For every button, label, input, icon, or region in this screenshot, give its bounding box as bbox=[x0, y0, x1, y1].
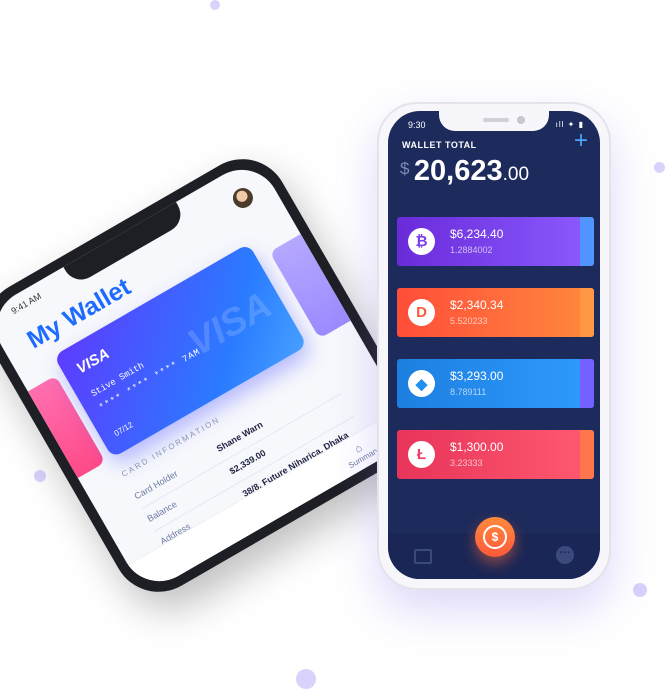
avatar[interactable] bbox=[229, 184, 257, 212]
coin-amount: $1,300.00 bbox=[450, 440, 504, 454]
card-expiry: 07/12 bbox=[112, 420, 135, 439]
coin-quantity: 8.789111 bbox=[450, 387, 487, 397]
currency-symbol: $ bbox=[400, 159, 410, 178]
dollar-icon: $ bbox=[483, 525, 507, 549]
dash-icon: D bbox=[408, 299, 435, 326]
more-icon[interactable]: ··· bbox=[556, 546, 574, 564]
coin-edge bbox=[580, 359, 594, 408]
ethereum-icon: ◆ bbox=[408, 370, 435, 397]
coin-card[interactable]: D $2,340.34 5.520233 bbox=[397, 288, 594, 337]
coin-edge bbox=[580, 430, 594, 479]
decor-dot bbox=[34, 470, 46, 482]
wallet-total-amount: $ 20,623.00 bbox=[400, 155, 529, 188]
coin-card[interactable]: ₿ $6,234.40 1.2884002 bbox=[397, 217, 594, 266]
coin-edge bbox=[580, 217, 594, 266]
right-phone-screen: 9:30 ıll ✦ ▮ WALLET TOTAL + $ 20,623.00 … bbox=[388, 111, 600, 579]
phone-notch bbox=[439, 111, 549, 131]
litecoin-icon: Ł bbox=[408, 441, 435, 468]
coin-amount: $2,340.34 bbox=[450, 298, 504, 312]
decor-dot bbox=[296, 669, 316, 689]
card-brand: VISA bbox=[73, 345, 113, 378]
send-money-button[interactable]: $ bbox=[475, 517, 515, 557]
total-main: 20,623 bbox=[413, 155, 503, 187]
decor-dot bbox=[633, 583, 647, 597]
wallet-icon[interactable] bbox=[414, 549, 432, 564]
coin-quantity: 5.520233 bbox=[450, 316, 488, 326]
status-time: 9:41 AM bbox=[9, 290, 43, 317]
info-label: CVC bbox=[188, 580, 210, 595]
status-time: 9:30 bbox=[408, 120, 426, 130]
coin-card[interactable]: Ł $1,300.00 3.23333 bbox=[397, 430, 594, 479]
camera bbox=[517, 116, 525, 124]
coin-card[interactable]: ◆ $3,293.00 8.789111 bbox=[397, 359, 594, 408]
total-decimal: .00 bbox=[502, 164, 530, 185]
tab-summary[interactable]: ⌂ Summary bbox=[341, 435, 381, 470]
coin-quantity: 1.2884002 bbox=[450, 245, 493, 255]
phone-notch bbox=[61, 200, 187, 287]
coin-amount: $6,234.40 bbox=[450, 227, 504, 241]
decor-dot bbox=[210, 0, 220, 10]
speaker bbox=[483, 118, 509, 122]
wallet-total-label: WALLET TOTAL bbox=[402, 140, 477, 150]
bottom-nav: $ ··· bbox=[388, 517, 600, 579]
left-phone-frame: 9:41 AM My Wallet VISA VISA Stive Smith … bbox=[0, 142, 432, 609]
coin-quantity: 3.23333 bbox=[450, 458, 483, 468]
coin-amount: $3,293.00 bbox=[450, 369, 504, 383]
bitcoin-icon: ₿ bbox=[408, 228, 435, 255]
coin-edge bbox=[580, 288, 594, 337]
decor-dot bbox=[654, 162, 665, 173]
add-button[interactable]: + bbox=[574, 129, 588, 153]
left-phone: 9:41 AM My Wallet VISA VISA Stive Smith … bbox=[0, 142, 432, 609]
left-phone-screen: 9:41 AM My Wallet VISA VISA Stive Smith … bbox=[0, 156, 419, 595]
